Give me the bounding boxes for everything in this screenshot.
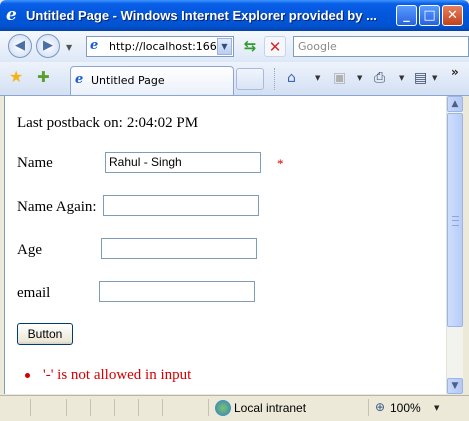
email-input[interactable] xyxy=(99,281,255,302)
vertical-scrollbar[interactable]: ▲ ▼ xyxy=(446,96,463,394)
page-favicon-icon: e xyxy=(90,38,99,53)
home-dropdown-icon[interactable]: ▼ xyxy=(315,74,320,82)
scroll-thumb[interactable] xyxy=(447,113,463,327)
recent-pages-dropdown-icon[interactable]: ▼ xyxy=(66,43,72,52)
status-divider xyxy=(368,399,369,416)
forward-button[interactable]: ▶ xyxy=(36,34,60,58)
forward-arrow-icon: ▶ xyxy=(43,38,53,53)
postback-label: Last postback on: xyxy=(17,115,123,131)
maximize-icon: □ xyxy=(423,8,436,23)
page-content: Last postback on: 2:04:02 PM Name Rahul -… xyxy=(5,96,447,394)
required-marker: * xyxy=(277,156,284,171)
validation-summary: '-' is not allowed in input xyxy=(25,367,191,384)
status-divider xyxy=(162,399,163,416)
refresh-icon[interactable]: ⇆ xyxy=(239,36,261,57)
page-viewport: Last postback on: 2:04:02 PM Name Rahul -… xyxy=(4,96,447,394)
name-again-input[interactable] xyxy=(103,195,259,216)
page-icon[interactable]: ▤ xyxy=(414,69,427,87)
zoom-level[interactable]: 100% xyxy=(390,401,421,415)
scroll-down-icon[interactable]: ▼ xyxy=(447,378,463,394)
status-divider xyxy=(208,399,209,416)
address-url[interactable]: http://localhost:1661/ xyxy=(109,40,217,53)
status-divider xyxy=(114,399,115,416)
address-dropdown-icon[interactable]: ▼ xyxy=(217,38,232,55)
title-bar[interactable]: e Untitled Page - Windows Internet Explo… xyxy=(0,0,469,31)
print-icon[interactable]: ⎙ xyxy=(374,69,385,87)
back-arrow-icon: ◀ xyxy=(15,38,25,53)
print-dropdown-icon[interactable]: ▼ xyxy=(399,74,404,82)
intranet-globe-icon xyxy=(215,400,231,416)
page-dropdown-icon[interactable]: ▼ xyxy=(432,74,437,82)
tab-toolbar: ★ ✚ e Untitled Page ⌂ ▼ ▣ ▼ ⎙ ▼ ▤ ▼ » xyxy=(0,62,469,96)
status-divider xyxy=(138,399,139,416)
stop-icon[interactable]: ✕ xyxy=(264,36,286,57)
postback-line: Last postback on: 2:04:02 PM xyxy=(17,115,198,132)
security-zone[interactable]: Local intranet xyxy=(234,401,306,415)
minimize-button[interactable]: _ xyxy=(396,5,417,26)
close-icon: ✕ xyxy=(447,8,458,23)
close-button[interactable]: ✕ xyxy=(442,5,463,26)
add-favorites-icon[interactable]: ✚ xyxy=(37,68,50,86)
postback-time: 2:04:02 PM xyxy=(126,115,199,131)
more-tools-icon[interactable]: » xyxy=(451,65,459,79)
age-label: Age xyxy=(17,242,42,258)
status-divider xyxy=(30,399,31,416)
zoom-magnifier-icon: ⊕ xyxy=(375,400,386,414)
maximize-button[interactable]: □ xyxy=(419,5,440,26)
submit-button[interactable]: Button xyxy=(17,323,73,345)
scroll-grip-icon xyxy=(452,216,459,226)
status-divider xyxy=(66,399,67,416)
home-icon[interactable]: ⌂ xyxy=(287,69,296,87)
validation-error-text: '-' is not allowed in input xyxy=(43,367,192,383)
tab-label: Untitled Page xyxy=(91,74,165,87)
name-label: Name xyxy=(17,155,53,171)
browser-window: e Untitled Page - Windows Internet Explo… xyxy=(0,0,469,421)
search-input[interactable]: Google xyxy=(293,36,469,57)
minimize-icon: _ xyxy=(403,8,410,23)
name-again-label: Name Again: xyxy=(17,199,97,215)
bullet-icon xyxy=(25,373,30,378)
feeds-dropdown-icon[interactable]: ▼ xyxy=(357,74,362,82)
scroll-up-icon[interactable]: ▲ xyxy=(447,96,463,112)
toolbar-separator xyxy=(274,68,276,90)
address-bar[interactable]: e http://localhost:1661/ ▼ xyxy=(86,36,234,57)
name-input[interactable]: Rahul - Singh xyxy=(105,152,261,173)
status-divider xyxy=(90,399,91,416)
address-toolbar: ◀ ▶ ▼ e http://localhost:1661/ ▼ ⇆ ✕ Goo… xyxy=(0,31,469,63)
status-bar: Local intranet ⊕ 100% ▼ xyxy=(0,395,469,421)
age-input[interactable] xyxy=(101,238,257,259)
ie-logo-icon: e xyxy=(6,5,17,25)
zoom-dropdown-icon[interactable]: ▼ xyxy=(434,404,439,412)
new-tab-button[interactable] xyxy=(236,68,264,90)
window-title: Untitled Page - Windows Internet Explore… xyxy=(26,8,377,23)
back-button[interactable]: ◀ xyxy=(8,34,32,58)
ie-page-icon: e xyxy=(75,72,84,87)
favorites-star-icon[interactable]: ★ xyxy=(9,68,23,86)
feeds-icon[interactable]: ▣ xyxy=(333,69,346,87)
tab-untitled-page[interactable]: e Untitled Page xyxy=(70,66,234,95)
email-label: email xyxy=(17,285,51,301)
search-placeholder: Google xyxy=(298,40,337,53)
validation-error-item: '-' is not allowed in input xyxy=(25,367,191,384)
